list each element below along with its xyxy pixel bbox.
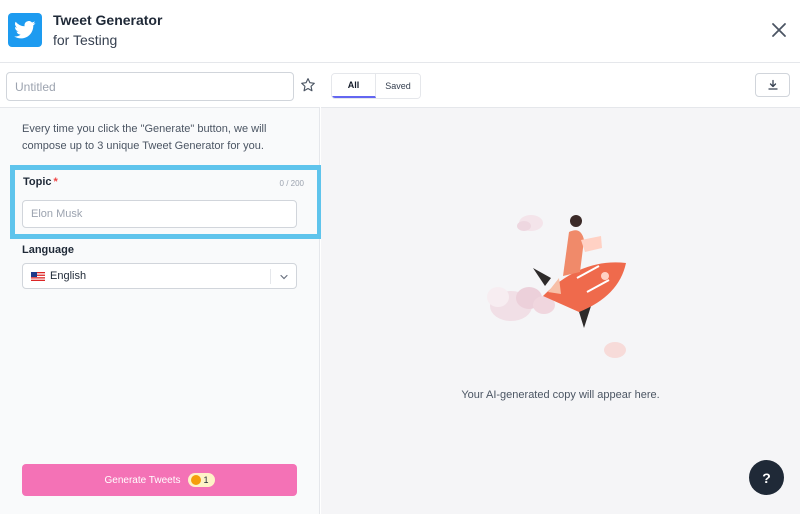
results-tabs: All Saved (331, 73, 421, 99)
empty-state-message: Your AI-generated copy will appear here. (461, 389, 660, 401)
select-divider (270, 269, 271, 284)
app-subtitle: for Testing (53, 32, 118, 48)
credit-badge: 1 (188, 473, 215, 487)
credit-count: 1 (203, 475, 209, 485)
generate-tweets-button[interactable]: Generate Tweets 1 (22, 464, 297, 496)
language-value: English (50, 270, 87, 282)
generate-button-label: Generate Tweets (104, 474, 181, 486)
tab-saved[interactable]: Saved (376, 74, 420, 98)
chevron-down-icon (280, 274, 288, 280)
results-panel: All Saved Your AI-generated copy will ap… (321, 64, 800, 514)
coin-icon (191, 475, 202, 485)
topic-input[interactable] (22, 200, 297, 228)
twitter-bird-icon (8, 13, 42, 47)
star-icon[interactable] (300, 77, 316, 93)
topic-field-group: Topic * 0 / 200 (10, 165, 322, 239)
results-toolbar: All Saved (321, 64, 800, 108)
language-label: Language (22, 244, 74, 256)
download-button[interactable] (755, 73, 790, 97)
topic-char-counter: 0 / 200 (279, 179, 304, 188)
help-button[interactable]: ? (749, 460, 784, 495)
document-name-row (0, 64, 320, 108)
app-header: Tweet Generator for Testing (0, 0, 800, 63)
close-icon[interactable] (768, 19, 790, 41)
app-title: Tweet Generator (53, 12, 163, 28)
language-select[interactable]: English (22, 263, 297, 289)
us-flag-icon (31, 272, 45, 281)
tab-all[interactable]: All (332, 74, 376, 98)
required-marker: * (53, 176, 58, 188)
rocket-rider-illustration (487, 215, 626, 358)
document-name-input[interactable] (6, 72, 294, 101)
instructions-text: Every time you click the "Generate" butt… (22, 123, 267, 152)
download-icon (767, 79, 778, 90)
settings-panel: Every time you click the "Generate" butt… (0, 64, 322, 514)
topic-label: Topic * (23, 176, 58, 188)
